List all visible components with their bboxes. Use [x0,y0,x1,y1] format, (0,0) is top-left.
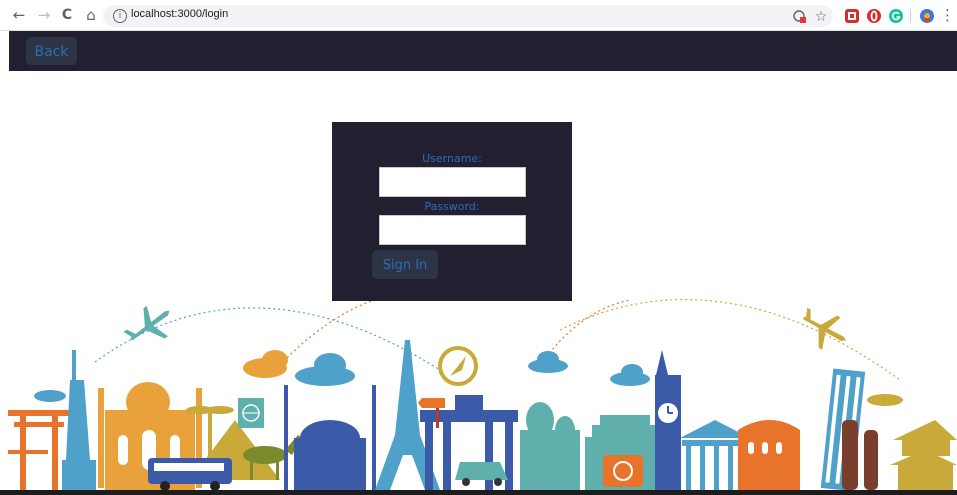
grammarly-icon[interactable] [889,9,903,23]
car-icon [455,462,508,486]
login-form: Username: Password: Sign In [332,122,572,301]
globe-sign-icon [238,398,264,428]
back-arrow-icon[interactable]: ← [10,6,28,24]
cathedral-shape [520,402,580,490]
extension-icon[interactable] [845,9,859,23]
info-icon[interactable]: i [113,9,127,23]
big-ben-icon [655,350,681,490]
cloud-shape [34,390,66,402]
pagoda-icon [890,420,957,490]
moai-shape [842,420,878,490]
menu-icon[interactable]: ⋮ [940,6,955,24]
forward-arrow-icon[interactable]: → [35,6,53,24]
toolbar-divider [910,9,911,23]
app-header: Back [9,31,957,71]
translate-icon[interactable] [793,10,807,24]
cloud-shape [867,394,903,406]
profile-icon[interactable] [920,9,934,23]
reload-icon[interactable]: C [58,6,76,24]
torii-gate-shape [8,410,70,490]
colosseum-shape [738,420,800,490]
statue-of-liberty-icon [62,350,96,490]
camera-icon [603,455,643,487]
cloud-shape [528,351,568,373]
url-text[interactable]: localhost:3000/login [131,8,228,20]
cloud-shape [610,364,650,386]
browser-toolbar: ← → C ⌂ i localhost:3000/login ☆ ⋮ [0,0,957,31]
password-label: Password: [424,200,480,213]
airplane-icon [123,305,170,341]
star-icon[interactable]: ☆ [814,10,828,24]
compass-icon [438,346,478,386]
back-button[interactable]: Back [26,37,77,65]
home-icon[interactable]: ⌂ [82,6,100,24]
cloud-shape [295,353,355,386]
airplane-icon [802,307,847,350]
username-label: Username: [422,152,482,165]
opera-icon[interactable] [867,9,881,23]
password-input[interactable] [379,215,526,245]
address-bar[interactable]: i localhost:3000/login ☆ [103,5,833,27]
cloud-shape [243,350,288,378]
travel-skyline-illustration [8,288,957,492]
bottom-bar [0,490,957,495]
sign-in-button[interactable]: Sign In [372,250,438,279]
username-input[interactable] [379,167,526,197]
